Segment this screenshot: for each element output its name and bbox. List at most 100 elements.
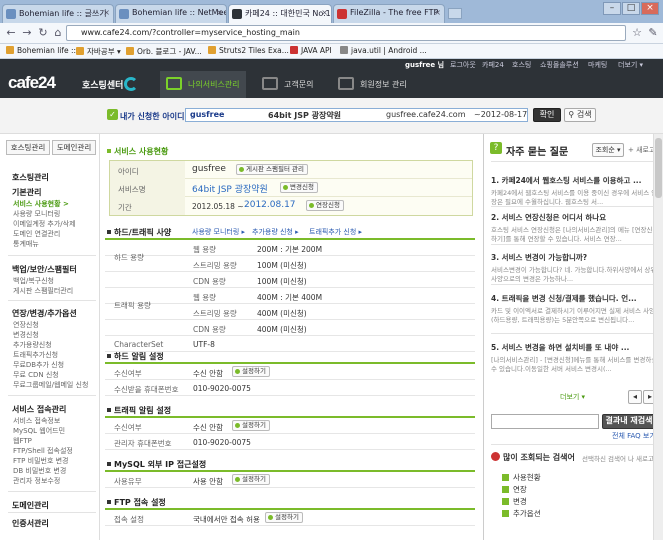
faq-item[interactable]: 1. 카페24에서 웹호스팅 서비스를 이용하고 ... 카페24에서 웹호스팅 …	[491, 175, 659, 207]
star-icon[interactable]: ☆	[630, 26, 644, 40]
sidebar-item[interactable]: 추가용량신청	[13, 340, 52, 350]
nav-hosting-link[interactable]: 호스팅	[512, 60, 531, 70]
sidebar-item[interactable]: 게시판 스팸필터관리	[13, 286, 73, 296]
sidebar-item[interactable]: MySQL 웹어드민	[13, 426, 65, 436]
hard-alert-setting-button[interactable]: 설정하기	[232, 366, 270, 377]
popular-keyword[interactable]: 연장	[502, 484, 527, 495]
section-title: 트래픽 알림 설정	[107, 405, 171, 416]
logout-link[interactable]: 로그아웃	[450, 60, 476, 70]
mysql-setting-button[interactable]: 설정하기	[232, 474, 270, 485]
sidebar-item[interactable]: 서비스 접속정보	[13, 416, 60, 426]
faq-refresh-link[interactable]: + 새로고	[628, 145, 655, 155]
sidebar-item[interactable]: 트래픽추가신청	[13, 350, 58, 360]
bookmark-item[interactable]: java.util | Android ...	[340, 46, 427, 55]
home-icon[interactable]: ⌂	[51, 26, 65, 40]
popular-keyword[interactable]: 추가옵션	[502, 508, 541, 519]
add-space-link[interactable]: 추가용량 신청 ▸	[252, 227, 299, 237]
sidebar-item[interactable]: 사용량 모니터링	[13, 209, 60, 219]
tab-domain[interactable]: 도메인관리	[52, 140, 96, 155]
back-icon[interactable]: ←	[4, 26, 18, 40]
sidebar-item[interactable]: 무료 CDN 신청	[13, 370, 59, 380]
scroll-thumb[interactable]	[655, 138, 662, 198]
cafe24-logo[interactable]: cafe24	[8, 73, 56, 93]
change-request-button[interactable]: 변경신청	[280, 182, 318, 193]
sidebar-item[interactable]: FTP 비밀번호 변경	[13, 456, 69, 466]
nav-marketing-link[interactable]: 마케팅	[588, 60, 607, 70]
nav-shop-link[interactable]: 쇼핑몰솔루션	[540, 60, 579, 70]
bullet-icon	[107, 230, 111, 234]
nav-cafe24-link[interactable]: 카페24	[482, 60, 504, 70]
close-tab-icon[interactable]: ×	[216, 8, 223, 17]
nav-more-link[interactable]: 더보기 ▾	[618, 60, 643, 70]
bookmarks-bar: Bohemian life :: 자바공부 ▾ Orb. 블로그 - JAV..…	[0, 44, 663, 59]
bookmark-item[interactable]: Orb. 블로그 - JAV...	[126, 46, 202, 57]
popular-keyword[interactable]: 변경	[502, 496, 527, 507]
popular-keyword[interactable]: 사용현황	[502, 472, 541, 483]
sidebar-item[interactable]: 무료DB추가 신청	[13, 360, 64, 370]
faq-all-link[interactable]: 전체 FAQ 보기	[612, 431, 656, 441]
browser-tab[interactable]: Bohemian life :: NetMeet ×	[115, 4, 227, 23]
faq-item[interactable]: 2. 서비스 연장신청은 어디서 하나요 호스팅 서비스 연장신청은 [나의서비스…	[491, 212, 659, 244]
sidebar-item[interactable]: 도메인 연결관리	[13, 229, 60, 239]
faq-search-button[interactable]: 결과내 재검색	[602, 414, 656, 429]
address-bar[interactable]: www.cafe24.com/?controller=myservice_hos…	[66, 25, 626, 41]
sidebar-item[interactable]: FTP/Shell 접속설정	[13, 446, 73, 456]
browser-tab-active[interactable]: 카페24 :: 대한민국 No.1 카 ×	[228, 4, 332, 23]
sidebar-item[interactable]: 백업/복구신청	[13, 276, 54, 286]
sidebar-item[interactable]: 이메일계정 추가/삭제	[13, 219, 76, 229]
sidebar-group-title: 연장/변경/추가옵션	[12, 309, 77, 318]
sidebar-item-usage[interactable]: 서비스 사용현황 >	[13, 199, 69, 209]
search-button[interactable]: ⚲ 검색	[564, 108, 596, 122]
faq-search-input[interactable]	[491, 414, 599, 429]
faq-more-link[interactable]: 더보기 ▾	[560, 392, 585, 402]
faq-item[interactable]: 3. 서비스 변경이 가능합니까? 서비스변경이 가능합니다? 네. 가능합니다.…	[491, 252, 659, 284]
browser-tab[interactable]: FileZilla - The free FTP ×	[333, 4, 445, 23]
wrench-icon[interactable]: ✎	[646, 26, 660, 40]
browser-tab[interactable]: Bohemian life :: 글쓰기 ×	[2, 4, 114, 23]
faq-item[interactable]: 5. 서비스 변경을 하면 설치비를 또 내야 ... [나의서비스관리] - […	[491, 342, 659, 384]
bookmark-item[interactable]: JAVA API	[290, 46, 332, 55]
traffic-alert-setting-button[interactable]: 설정하기	[232, 420, 270, 431]
sidebar-item[interactable]: 통계매뉴	[13, 239, 39, 249]
renew-button[interactable]: 연장신청	[306, 200, 344, 211]
confirm-button[interactable]: 확인	[533, 108, 561, 122]
sidebar-group-title[interactable]: 도메인관리	[12, 500, 49, 511]
close-tab-icon[interactable]: ×	[103, 8, 110, 17]
menu-support[interactable]: 고객문의	[256, 71, 326, 98]
spam-filter-button[interactable]: 게시판 스팸필터 관리	[236, 164, 308, 175]
sidebar-item[interactable]: 연장신청	[13, 320, 39, 330]
sidebar-item[interactable]: 변경신청	[13, 330, 39, 340]
forward-icon[interactable]: →	[20, 26, 34, 40]
menu-member-info[interactable]: 회원정보 관리	[332, 71, 412, 98]
faq-item[interactable]: 4. 트래픽을 변경 신청/결제를 했습니다. 언... 카드 및 이이엑서로 결…	[491, 293, 659, 325]
bookmark-folder[interactable]: 자바공부 ▾	[76, 46, 121, 57]
sidebar-item[interactable]: DB 비밀번호 변경	[13, 466, 66, 476]
sidebar-group-title[interactable]: 인증서관리	[12, 518, 49, 529]
site-header: cafe24 호스팅센터 나의서비스관리 고객문의 회원정보 관리	[0, 71, 663, 98]
id-select[interactable]: gusfree 64bit JSP 광장약원 gusfree.cafe24.co…	[185, 108, 528, 122]
sidebar-item[interactable]: 웹FTP	[13, 436, 32, 446]
reload-icon[interactable]: ↻	[36, 26, 50, 40]
sidebar-item[interactable]: 무료그룹메일/웹메일 신청	[13, 380, 88, 390]
maximize-icon[interactable]: □	[622, 2, 640, 15]
bullet-icon	[107, 408, 111, 412]
sidebar-item[interactable]: 관리자 정보수정	[13, 476, 60, 486]
ftp-setting-button[interactable]: 설정하기	[265, 512, 303, 523]
faq-panel: ? 자주 묻는 질문 조회순 ▾ + 새로고 1. 카페24에서 웹호스팅 서비…	[483, 134, 663, 540]
page-scrollbar[interactable]	[653, 134, 663, 540]
minimize-icon[interactable]: –	[603, 2, 621, 15]
browser-tab-bar: Bohemian life :: 글쓰기 × Bohemian life :: N…	[0, 0, 663, 23]
favicon-icon	[232, 9, 242, 19]
close-window-icon[interactable]: ×	[641, 2, 659, 15]
prev-page-button[interactable]: ◂	[628, 390, 642, 404]
tab-hosting[interactable]: 호스팅관리	[6, 140, 50, 155]
close-tab-icon[interactable]: ×	[321, 8, 328, 17]
new-tab-button[interactable]	[448, 8, 462, 19]
bookmark-item[interactable]: Struts2 Tiles Exa...	[208, 46, 289, 55]
usage-monitor-link[interactable]: 사용량 모니터링 ▸	[192, 227, 245, 237]
add-traffic-link[interactable]: 트래픽추가 신청 ▸	[309, 227, 362, 237]
menu-my-service[interactable]: 나의서비스관리	[160, 71, 246, 98]
close-tab-icon[interactable]: ×	[434, 8, 441, 17]
bookmark-item[interactable]: Bohemian life ::	[6, 46, 76, 55]
faq-sort-select[interactable]: 조회순 ▾	[592, 143, 624, 157]
